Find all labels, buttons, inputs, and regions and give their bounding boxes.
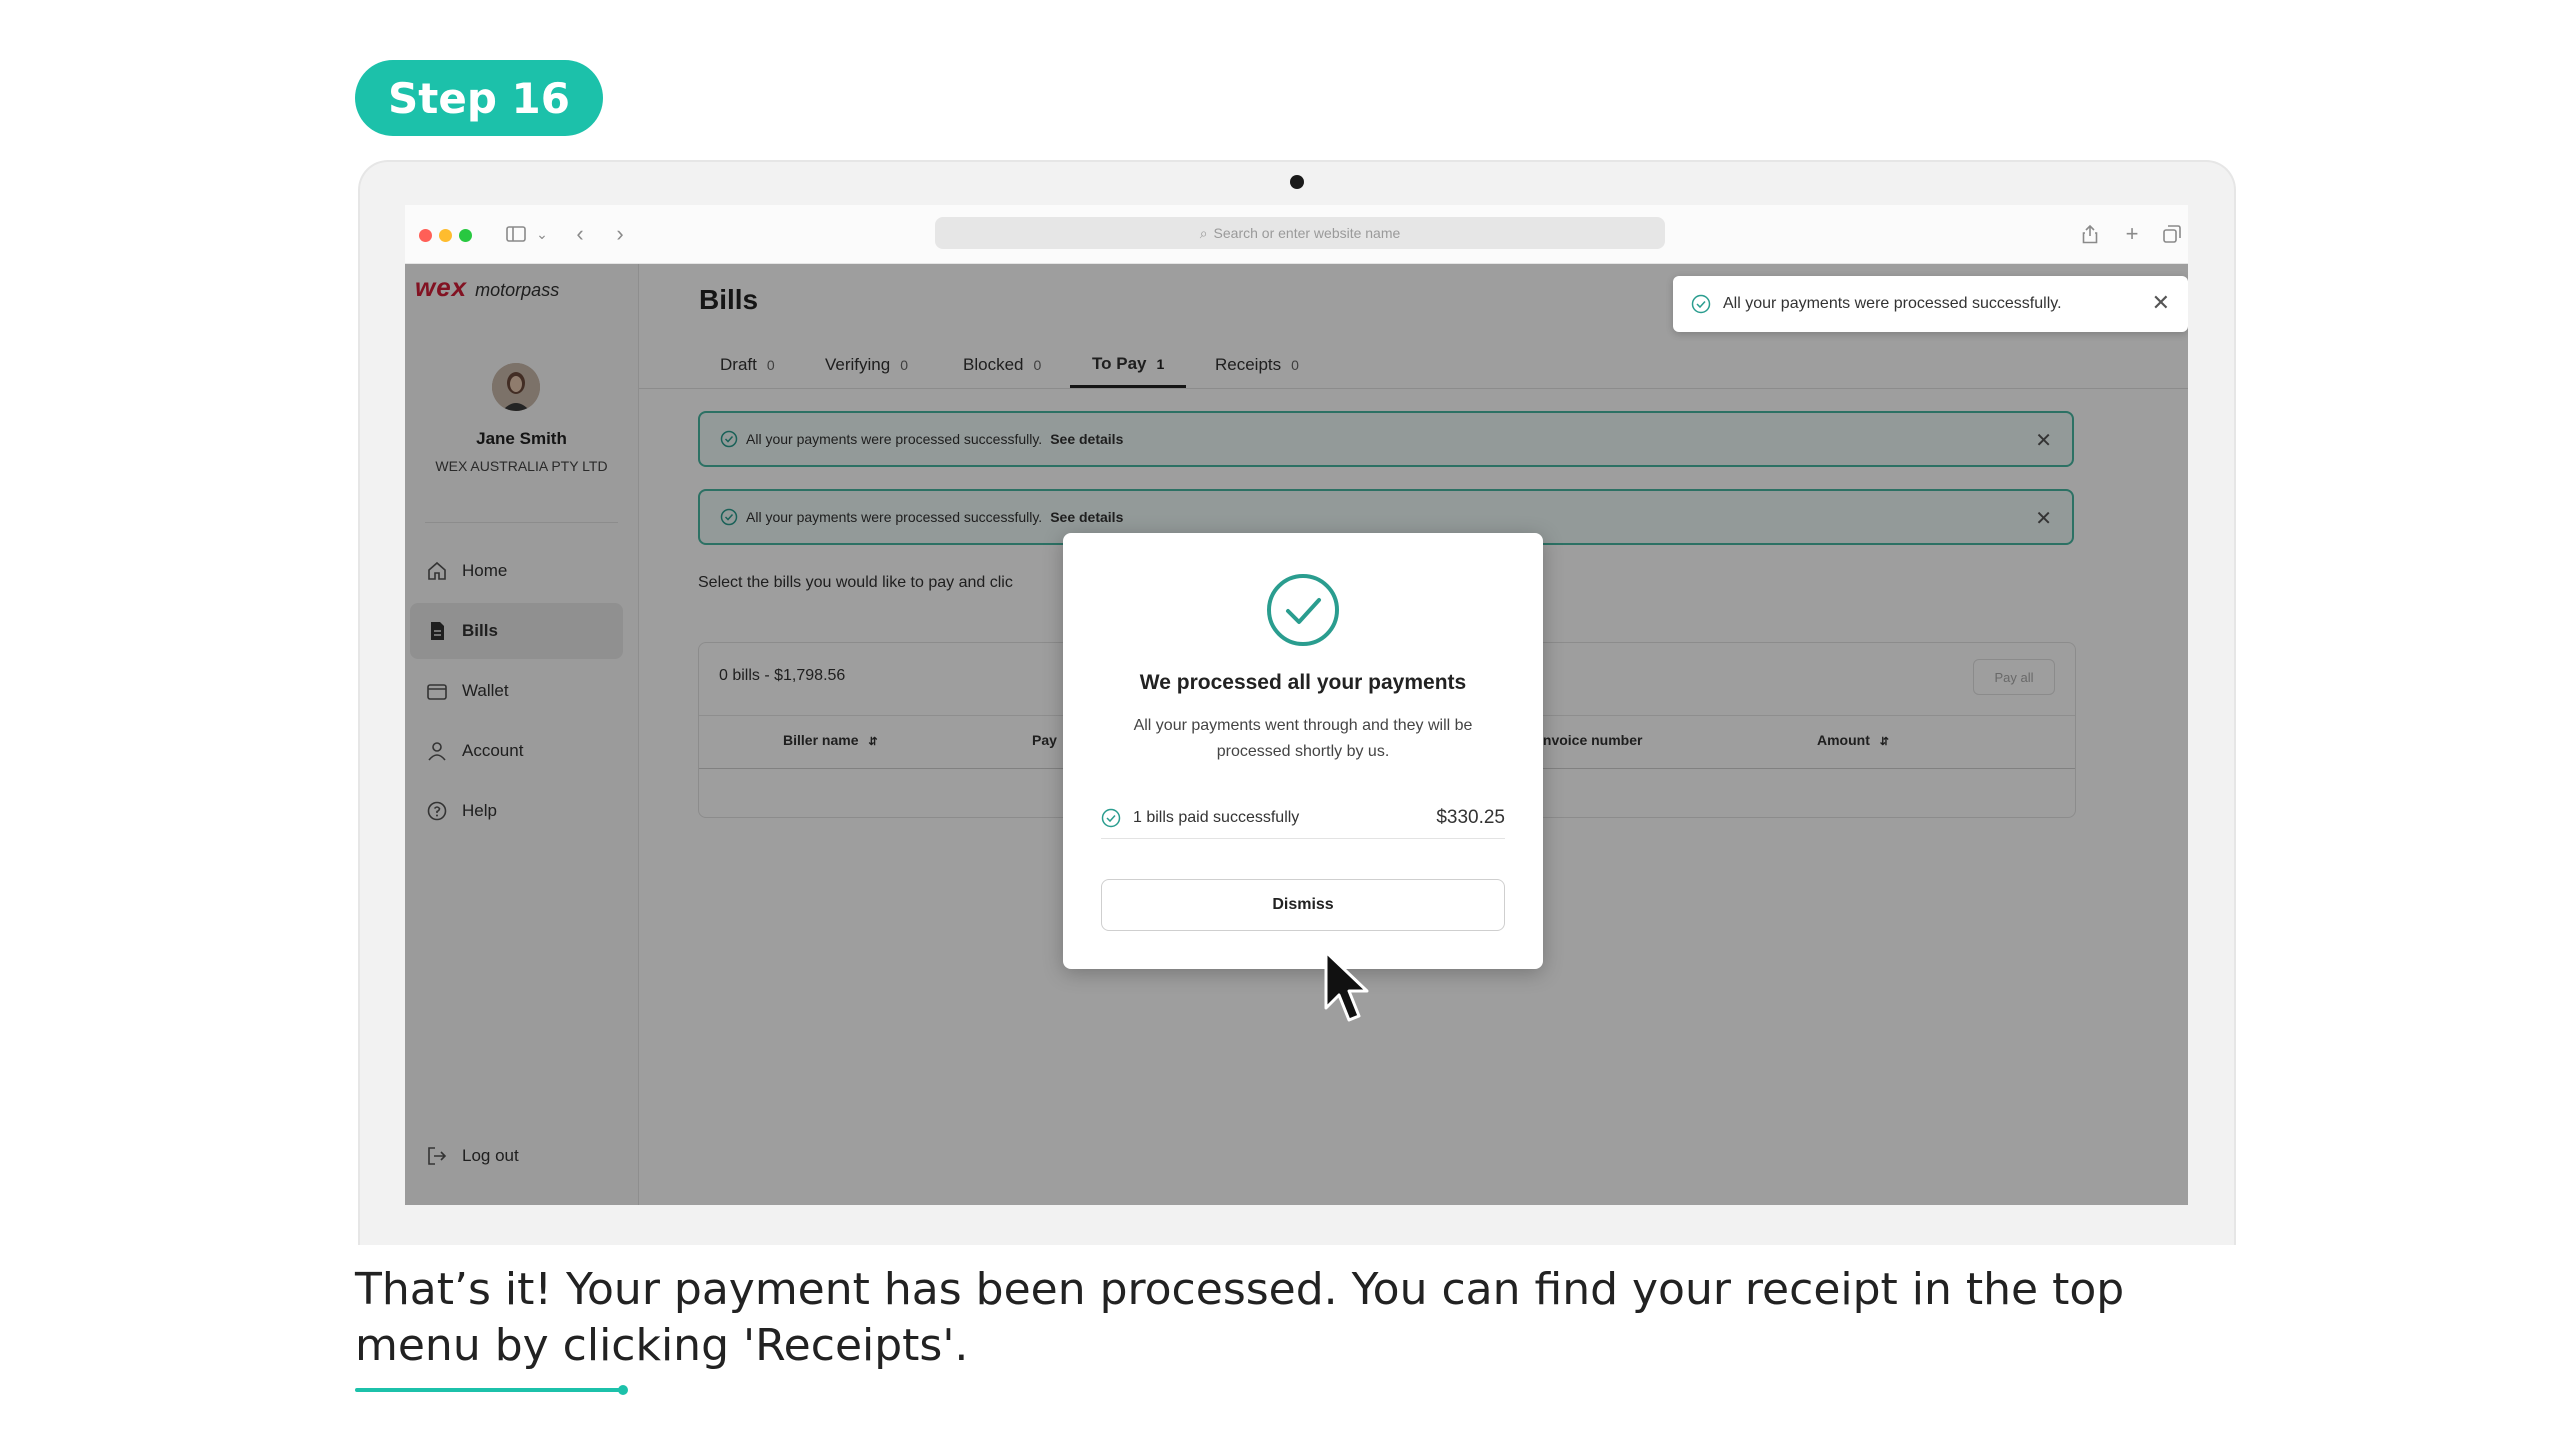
- modal-text: All your payments went through and they …: [1133, 717, 1473, 760]
- payment-summary-row: 1 bills paid successfully $330.25: [1101, 798, 1505, 839]
- toast-text: All your payments were processed success…: [1723, 295, 2062, 312]
- payment-amount: $330.25: [1436, 807, 1505, 828]
- mouse-cursor-icon: [1324, 950, 1369, 1022]
- caption-underline-dot: [618, 1385, 628, 1395]
- forward-icon[interactable]: ›: [605, 219, 635, 249]
- check-circle-icon: [1267, 574, 1339, 646]
- caption-underline: [355, 1388, 623, 1392]
- check-circle-icon: [1691, 294, 1711, 314]
- tab-overview-icon[interactable]: [2157, 219, 2187, 249]
- check-circle-icon: [1101, 808, 1121, 828]
- new-tab-icon[interactable]: +: [2117, 219, 2147, 249]
- address-bar[interactable]: ⌕ Search or enter website name: [935, 217, 1665, 249]
- close-icon[interactable]: ✕: [2152, 290, 2170, 316]
- browser-toolbar: ⌄ ‹ › ⌕ Search or enter website name +: [405, 205, 2188, 264]
- chevron-down-icon[interactable]: ⌄: [527, 219, 557, 249]
- payment-summary-label: 1 bills paid successfully: [1133, 809, 1300, 826]
- camera-dot: [1290, 175, 1304, 189]
- address-placeholder: Search or enter website name: [1213, 225, 1401, 241]
- modal-title: We processed all your payments: [1139, 671, 1467, 694]
- back-icon[interactable]: ‹: [565, 219, 595, 249]
- payment-success-modal: We processed all your payments All your …: [1063, 533, 1543, 969]
- success-toast: All your payments were processed success…: [1673, 276, 2188, 332]
- step-badge: Step 16: [355, 60, 603, 136]
- maximize-window-button[interactable]: [459, 229, 472, 242]
- dismiss-button[interactable]: Dismiss: [1101, 879, 1505, 931]
- browser-screen: ⌄ ‹ › ⌕ Search or enter website name + w…: [405, 205, 2188, 1205]
- minimize-window-button[interactable]: [439, 229, 452, 242]
- step-caption: That’s it! Your payment has been process…: [355, 1264, 2125, 1371]
- app-content: wex motorpass Jane Smith WEX AUSTRALIA P…: [405, 264, 2188, 1205]
- close-window-button[interactable]: [419, 229, 432, 242]
- share-icon[interactable]: [2075, 219, 2105, 249]
- search-icon: ⌕: [1199, 224, 1208, 241]
